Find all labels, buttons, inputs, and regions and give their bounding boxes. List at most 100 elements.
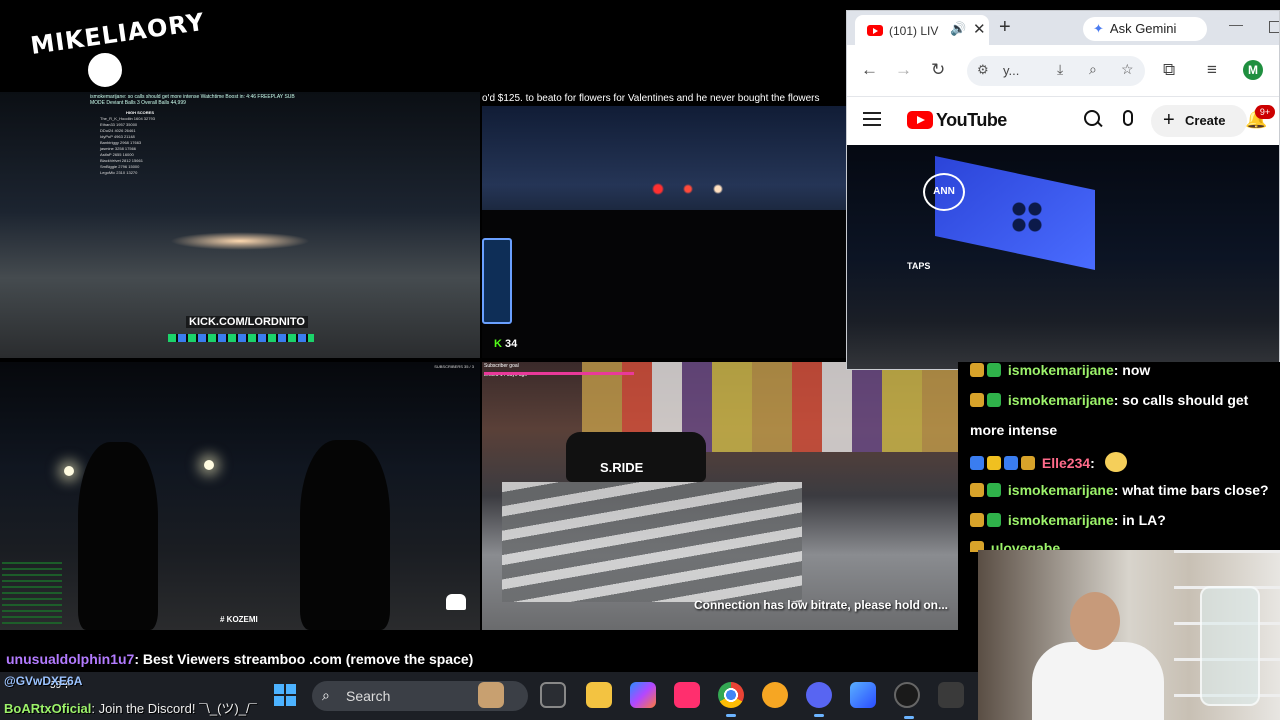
moderator-badge-icon (987, 483, 1001, 497)
menu-icon[interactable] (863, 112, 881, 126)
gemini-icon: ✦ (1093, 21, 1104, 36)
stream-layout: MIKELIAORY ismokemarijane: so calls shou… (0, 0, 1280, 720)
file-explorer-icon[interactable] (586, 682, 612, 708)
minimize-button[interactable]: — (1229, 16, 1243, 32)
chat-text: more intense (970, 422, 1058, 438)
chat-message: more intense (970, 422, 1057, 438)
promo-chat-line: unusualdolphin1u7: Best Viewers streambo… (6, 651, 473, 667)
extensions-icon[interactable]: ⧉ (1163, 60, 1175, 80)
kick-viewer-count: K 34 (494, 338, 517, 350)
maximize-button[interactable] (1269, 21, 1279, 33)
headlights-glow (170, 232, 310, 250)
moderator-badge-icon (987, 363, 1001, 377)
chat-text: so calls should get (1122, 392, 1249, 408)
new-tab-button[interactable]: + (999, 16, 1011, 39)
sub-badge-icon (970, 513, 984, 527)
back-button[interactable]: ← (861, 60, 878, 80)
app-icon[interactable] (674, 682, 700, 708)
overlay-chat-username: BoARtxOficial (4, 701, 92, 716)
tab-youtube[interactable]: (101) LIV 🔊 ✕ (855, 15, 989, 45)
create-label: Create (1185, 113, 1226, 128)
search-icon: ⌕ (322, 687, 330, 703)
toolbar: ← → ↻ ⚙ y... ⤓ ⌕ ☆ ⧉ ≡ M (847, 45, 1279, 97)
site-info-icon[interactable]: ⚙ (977, 62, 989, 78)
youtube-header: YouTube + Create 🔔 9+ (847, 97, 1279, 145)
chat-message: Elle234: (970, 452, 1127, 472)
address-bar[interactable]: ⚙ y... ⤓ ⌕ ☆ (967, 56, 1145, 86)
windows-start-icon[interactable] (274, 684, 296, 706)
chat-text: now (1122, 362, 1151, 378)
high-scores-table: HIGH SCORES The_R_K_Hoodlin 1604 32793 E… (100, 110, 180, 176)
zoom-icon[interactable]: ⌕ (1089, 61, 1097, 78)
dashboard (482, 210, 846, 358)
chat-username[interactable]: ismokemarijane (1008, 362, 1114, 378)
overlay-chat-line: BoARtxOficial: Join the Discord! ¯\_(ツ)_… (4, 698, 257, 717)
overlay-chat-user: @GVwDXE6A (4, 674, 83, 688)
youtube-video-player[interactable]: ANN TAPS (847, 145, 1279, 369)
goal-text: Subscriber goal Ended 14 days ago (484, 362, 527, 380)
overlay-chat-text: : Join the Discord! ¯\_(ツ)_/¯ (91, 701, 257, 716)
promo-message: : Best Viewers streamboo .com (remove th… (134, 651, 474, 667)
badge-icon (1004, 456, 1018, 470)
obs-icon[interactable] (894, 682, 920, 719)
youtube-favicon-icon (867, 25, 883, 36)
chat-username[interactable]: ismokemarijane (1008, 392, 1114, 408)
goal-label: Subscriber goal (484, 363, 519, 369)
viewer-count: 34 (504, 338, 518, 350)
crosswalk (502, 482, 802, 602)
ask-gemini-button[interactable]: ✦ Ask Gemini (1083, 17, 1207, 41)
reload-button[interactable]: ↻ (931, 60, 945, 80)
sub-badge-icon (1021, 456, 1035, 470)
feed-city-crossing: Subscriber goal Ended 14 days ago S.RIDE… (482, 362, 958, 630)
promo-username[interactable]: unusualdolphin1u7 (6, 651, 134, 667)
youtube-logo-icon[interactable] (907, 111, 933, 129)
chat-message: ismokemarijane: so calls should get (970, 392, 1248, 408)
moderator-badge-icon (987, 513, 1001, 527)
install-icon[interactable]: ⤓ (1057, 61, 1063, 78)
streetlight (204, 460, 214, 470)
feed-night-street: SUBSCRIBERS 35 / 3 # KOZEMI (0, 362, 480, 630)
sub-badge-icon (970, 393, 984, 407)
chrome-icon[interactable] (718, 682, 744, 717)
srt-app-icon[interactable] (938, 682, 964, 708)
search-icon[interactable] (1083, 109, 1103, 129)
low-bitrate-notice: Connection has low bitrate, please hold … (693, 598, 948, 612)
webcam-feed (978, 550, 1280, 720)
youtube-logo-text[interactable]: YouTube (936, 110, 1007, 131)
search-highlight-icon[interactable] (478, 682, 504, 708)
copilot-icon[interactable] (630, 682, 656, 708)
chat-username[interactable]: ismokemarijane (1008, 482, 1114, 498)
sun-app-icon[interactable] (762, 682, 788, 708)
streamer-body (1032, 642, 1164, 720)
close-tab-button[interactable]: ✕ (973, 20, 986, 38)
chat-username[interactable]: ismokemarijane (1008, 512, 1114, 528)
search-label: Search (346, 688, 391, 704)
tab-bar: (101) LIV 🔊 ✕ + ✦ Ask Gemini — (847, 11, 1279, 45)
bookmark-star-icon[interactable]: ☆ (1121, 61, 1134, 78)
badge-icon (970, 456, 984, 470)
discord-icon[interactable] (806, 682, 832, 717)
kick-icon: K (494, 338, 502, 350)
subscribers-text: SUBSCRIBERS 35 / 3 (434, 364, 474, 369)
microphone-icon[interactable] (1123, 110, 1133, 126)
url-text: y... (1003, 63, 1020, 78)
chat-username[interactable]: Elle234 (1042, 455, 1090, 471)
dog-icon (446, 594, 466, 610)
create-button[interactable]: + Create (1151, 105, 1247, 137)
speaker-icon[interactable]: 🔊 (950, 21, 966, 37)
kick-url-label: KICK.COM/LORDNITO (186, 316, 308, 328)
phone-camera-graphic (1007, 197, 1047, 237)
chat-text: what time bars close? (1122, 482, 1269, 498)
cat-emote-icon (1104, 452, 1127, 472)
profile-avatar[interactable]: M (1243, 60, 1263, 80)
browser-window: (101) LIV 🔊 ✕ + ✦ Ask Gemini — ← → ↻ ⚙ y.… (846, 10, 1280, 370)
task-view-icon[interactable] (540, 682, 566, 708)
channel-tag: # KOZEMI (220, 615, 258, 624)
crown-badge-icon (987, 456, 1001, 470)
donation-ticker: o'd $125. to beato for flowers for Valen… (482, 92, 846, 106)
ask-gemini-label: Ask Gemini (1109, 21, 1177, 36)
kick-bar (168, 334, 314, 342)
app-icon[interactable] (850, 682, 876, 708)
forward-button[interactable]: → (895, 60, 912, 80)
reading-list-icon[interactable]: ≡ (1207, 60, 1217, 80)
